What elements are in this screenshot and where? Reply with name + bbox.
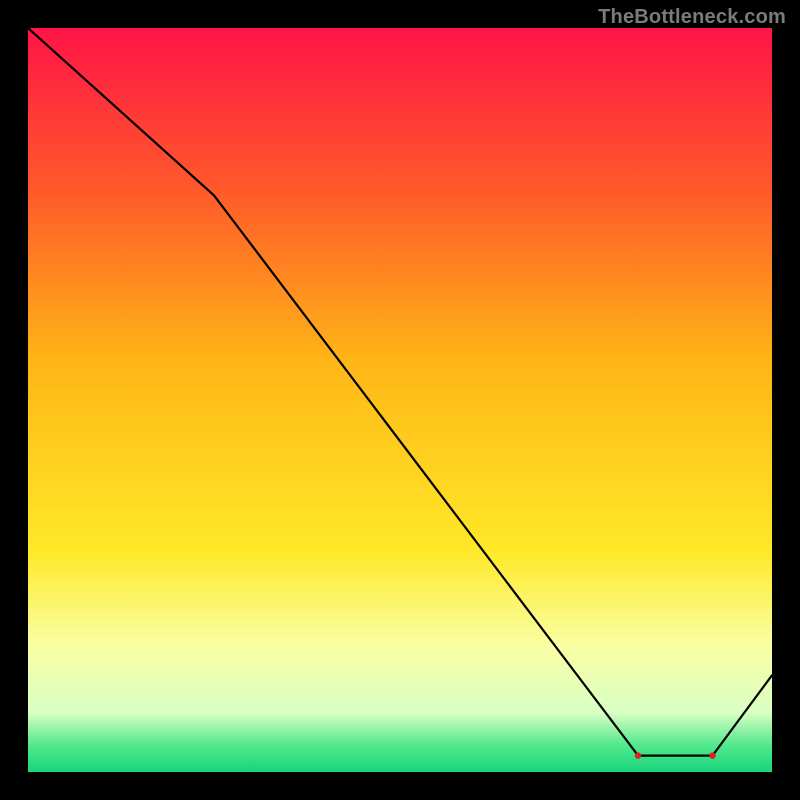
chart-outer-frame: TheBottleneck.com (0, 0, 800, 800)
chart-svg (28, 28, 772, 772)
plot-area (28, 28, 772, 772)
gradient-background (28, 28, 772, 772)
attribution-label: TheBottleneck.com (598, 6, 786, 29)
marker-a-dot (635, 752, 641, 758)
marker-b-dot (709, 752, 715, 758)
